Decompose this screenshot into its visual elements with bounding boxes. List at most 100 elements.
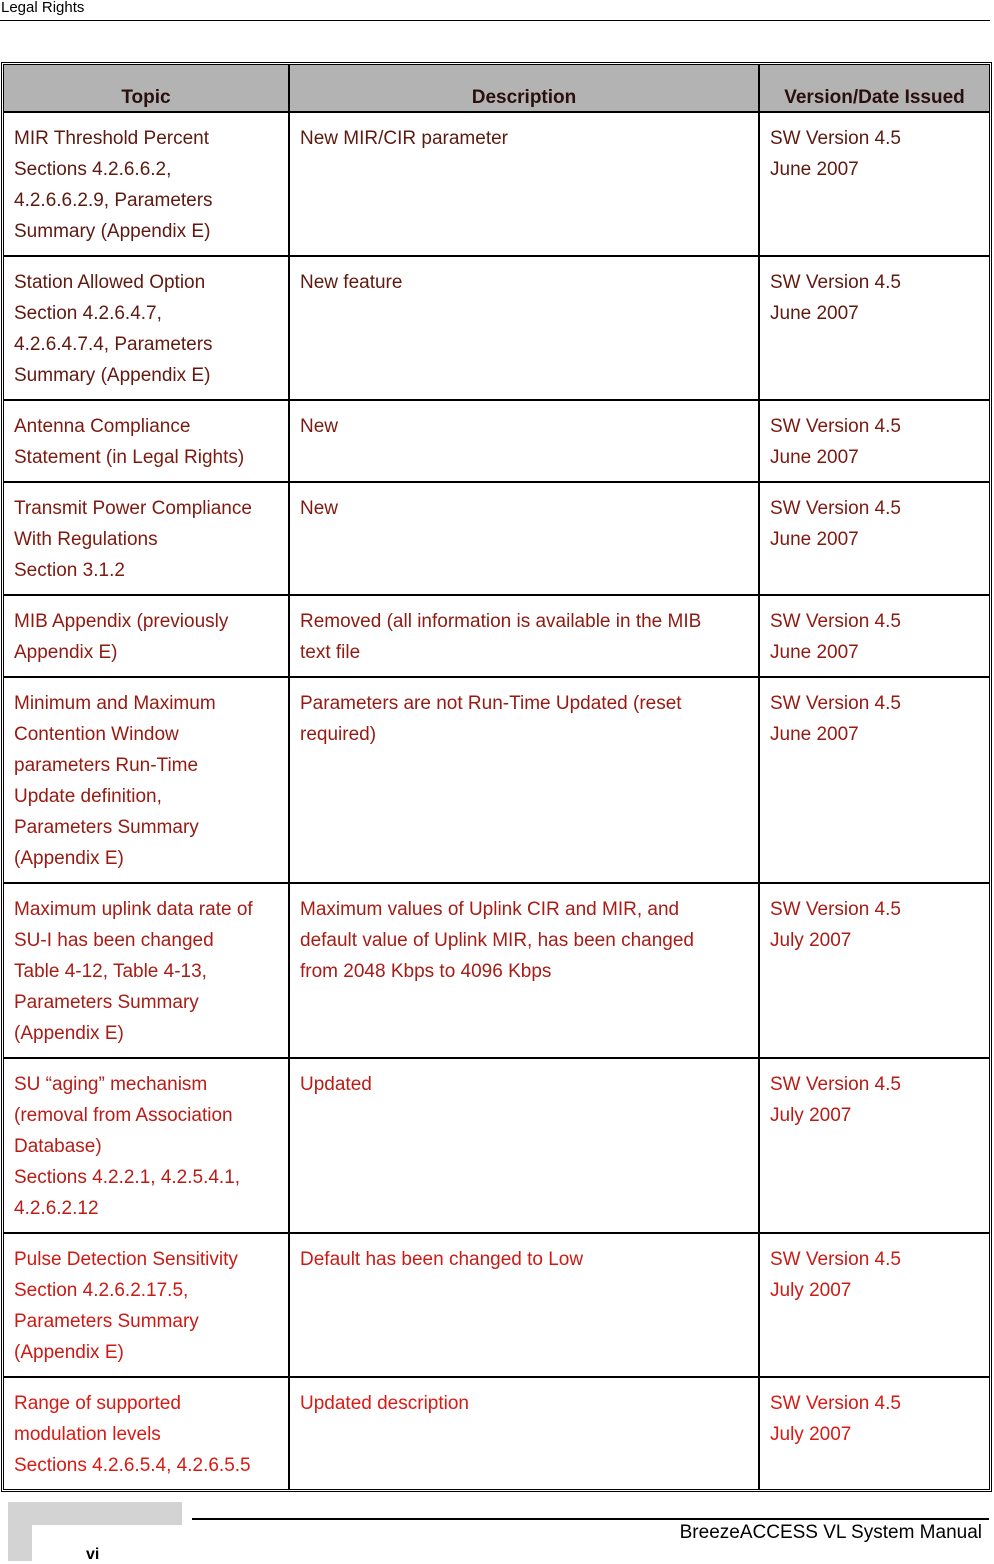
topic-cell-line: SU “aging” mechanism <box>14 1074 208 1095</box>
topic-cell: MIB Appendix (previously Appendix E) <box>4 594 290 678</box>
topic-cell-line: Section 4.2.6.4.7, <box>14 303 162 324</box>
table-row: Range of supported modulation levels Secti… <box>4 1376 989 1489</box>
description-cell: New MIR/CIR parameter <box>288 111 760 257</box>
column-header-description: Description <box>288 65 760 113</box>
table-row: MIB Appendix (previously Appendix E) Remov… <box>4 594 989 678</box>
version-cell-line: July 2007 <box>770 1424 852 1445</box>
topic-cell: Minimum and Maximum Contention Window para… <box>4 676 290 884</box>
topic-cell: Pulse Detection Sensitivity Section 4.2.6… <box>4 1232 290 1378</box>
version-cell-line: SW Version 4.5 <box>770 1074 901 1095</box>
description-cell-line: Updated description <box>300 1393 469 1414</box>
topic-cell-line: Summary (Appendix E) <box>14 221 211 242</box>
description-cell: New <box>288 481 760 596</box>
version-cell: SW Version 4.5 June 2007 <box>758 399 989 483</box>
topic-cell-line: Summary (Appendix E) <box>14 365 211 386</box>
description-cell-line: Removed (all information is available in… <box>300 611 702 632</box>
topic-cell-line: 4.2.6.2.12 <box>14 1198 99 1219</box>
description-cell-line: New <box>300 498 339 519</box>
topic-cell-line: Transmit Power Compliance <box>14 498 252 519</box>
description-cell-line: from 2048 Kbps to 4096 Kbps <box>300 961 552 982</box>
table-row: Minimum and Maximum Contention Window para… <box>4 676 989 884</box>
version-cell: SW Version 4.5 June 2007 <box>758 481 989 596</box>
description-cell-line: New <box>300 416 339 437</box>
topic-cell: Maximum uplink data rate of SU-I has been… <box>4 882 290 1059</box>
description-cell-line: text file <box>300 642 361 663</box>
topic-cell-line: 4.2.6.4.7.4, Parameters <box>14 334 213 355</box>
revision-history-table: Topic Description Version/Date Issued MI… <box>1 62 992 1492</box>
topic-cell-line: Section 3.1.2 <box>14 560 125 581</box>
description-cell-line: required) <box>300 724 377 745</box>
footer-divider <box>192 1518 989 1520</box>
version-cell: SW Version 4.5 July 2007 <box>758 1232 989 1378</box>
version-cell-line: June 2007 <box>770 447 859 468</box>
version-cell-line: SW Version 4.5 <box>770 899 901 920</box>
topic-cell-line: MIB Appendix (previously <box>14 611 229 632</box>
topic-cell: Station Allowed Option Section 4.2.6.4.7,… <box>4 255 290 401</box>
version-cell: SW Version 4.5 July 2007 <box>758 1376 989 1489</box>
topic-cell-line: Update definition, <box>14 786 162 807</box>
topic-cell-line: Minimum and Maximum <box>14 693 216 714</box>
topic-cell: Transmit Power Compliance With Regulation… <box>4 481 290 596</box>
topic-cell-line: Maximum uplink data rate of <box>14 899 253 920</box>
topic-cell-line: parameters Run-Time <box>14 755 199 776</box>
topic-cell-line: Parameters Summary <box>14 992 199 1013</box>
topic-cell-line: Parameters Summary <box>14 1311 199 1332</box>
page-number: vi <box>86 1546 100 1563</box>
column-header-topic: Topic <box>4 65 290 113</box>
table-header-row: Topic Description Version/Date Issued <box>4 65 989 113</box>
version-cell-line: SW Version 4.5 <box>770 611 901 632</box>
topic-cell-line: MIR Threshold Percent <box>14 128 210 149</box>
running-header: Legal Rights <box>0 0 990 21</box>
version-cell: SW Version 4.5 July 2007 <box>758 1057 989 1234</box>
version-cell: SW Version 4.5 June 2007 <box>758 676 989 884</box>
topic-cell-line: With Regulations <box>14 529 158 550</box>
version-cell-line: June 2007 <box>770 303 859 324</box>
topic-cell-line: Pulse Detection Sensitivity <box>14 1249 238 1270</box>
topic-cell-line: Sections 4.2.2.1, 4.2.5.4.1, <box>14 1167 241 1188</box>
version-cell-line: SW Version 4.5 <box>770 272 901 293</box>
section-title: Legal Rights <box>1 0 85 16</box>
version-cell-line: June 2007 <box>770 642 859 663</box>
description-cell-line: New MIR/CIR parameter <box>300 128 508 149</box>
description-cell: Updated description <box>288 1376 760 1489</box>
description-cell-line: Maximum values of Uplink CIR and MIR, an… <box>300 899 680 920</box>
topic-cell: MIR Threshold Percent Sections 4.2.6.6.2,… <box>4 111 290 257</box>
version-cell-line: July 2007 <box>770 1105 852 1126</box>
topic-cell-line: Contention Window <box>14 724 179 745</box>
version-cell-line: June 2007 <box>770 159 859 180</box>
version-cell-line: June 2007 <box>770 724 859 745</box>
column-header-version: Version/Date Issued <box>758 65 989 113</box>
version-cell-line: June 2007 <box>770 529 859 550</box>
description-cell-line: Parameters are not Run-Time Updated (res… <box>300 693 682 714</box>
topic-cell: Range of supported modulation levels Secti… <box>4 1376 290 1489</box>
topic-cell-line: Appendix E) <box>14 642 118 663</box>
topic-cell-line: Station Allowed Option <box>14 272 206 293</box>
topic-cell-line: Parameters Summary <box>14 817 199 838</box>
topic-cell-line: Section 4.2.6.2.17.5, <box>14 1280 189 1301</box>
description-cell: Removed (all information is available in… <box>288 594 760 678</box>
version-cell-line: SW Version 4.5 <box>770 1393 901 1414</box>
description-cell: Updated <box>288 1057 760 1234</box>
topic-cell: Antenna Compliance Statement (in Legal Ri… <box>4 399 290 483</box>
table-row: Transmit Power Compliance With Regulation… <box>4 481 989 596</box>
description-cell: New <box>288 399 760 483</box>
description-cell: Maximum values of Uplink CIR and MIR, an… <box>288 882 760 1059</box>
table-row: Pulse Detection Sensitivity Section 4.2.6… <box>4 1232 989 1378</box>
topic-cell-line: Table 4-12, Table 4-13, <box>14 961 207 982</box>
version-cell-line: July 2007 <box>770 1280 852 1301</box>
table-row: MIR Threshold Percent Sections 4.2.6.6.2,… <box>4 111 989 257</box>
description-cell-line: Updated <box>300 1074 372 1095</box>
manual-title: BreezeACCESS VL System Manual <box>679 1522 982 1543</box>
topic-cell-line: Range of supported <box>14 1393 181 1414</box>
topic-cell-line: (Appendix E) <box>14 1342 124 1363</box>
topic-cell-line: (Appendix E) <box>14 848 124 869</box>
version-cell: SW Version 4.5 June 2007 <box>758 594 989 678</box>
version-cell: SW Version 4.5 July 2007 <box>758 882 989 1059</box>
table-row: Antenna Compliance Statement (in Legal Ri… <box>4 399 989 483</box>
description-cell-line: Default has been changed to Low <box>300 1249 584 1270</box>
topic-cell-line: Antenna Compliance <box>14 416 191 437</box>
table-row: Maximum uplink data rate of SU-I has been… <box>4 882 989 1059</box>
topic-cell-line: SU-I has been changed <box>14 930 214 951</box>
table-row: Station Allowed Option Section 4.2.6.4.7,… <box>4 255 989 401</box>
version-cell-line: SW Version 4.5 <box>770 693 901 714</box>
